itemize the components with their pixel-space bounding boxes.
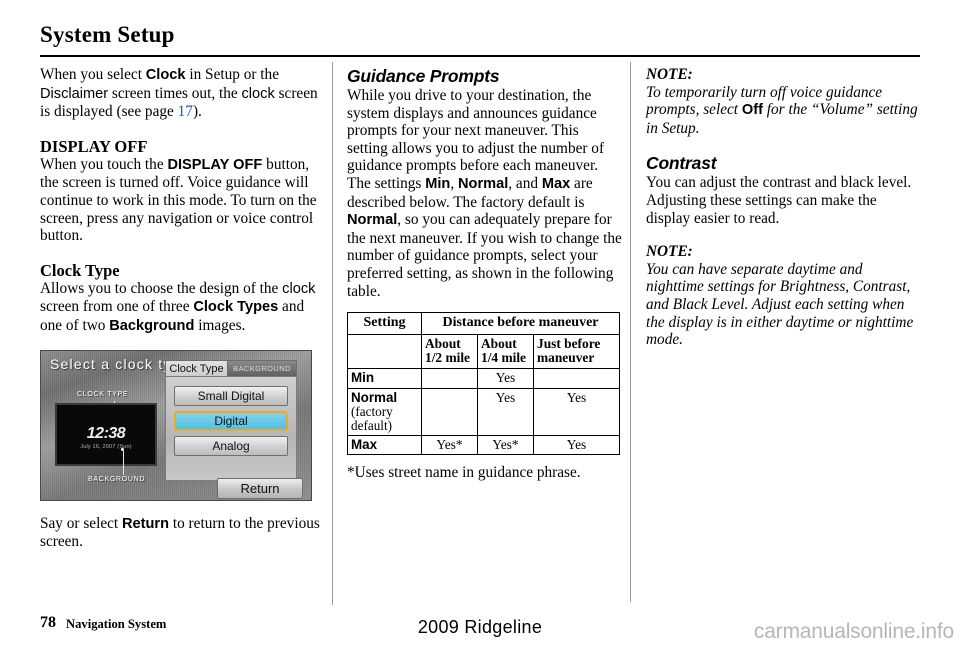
note-label-one: NOTE: — [646, 66, 693, 83]
subheader-blank — [347, 333, 422, 369]
heading-display-off: DISPLAY OFF — [40, 136, 148, 156]
table-row: Max Yes* Yes* Yes — [347, 434, 621, 456]
intro-text-c: screen times out, the — [108, 84, 242, 102]
option-analog[interactable]: Analog — [174, 435, 288, 456]
intro-paragraph: When you select Clock in Setup or the Di… — [40, 66, 320, 121]
callout-clock-type-label: CLOCK TYPE — [77, 390, 129, 398]
cell-min-half — [421, 367, 478, 389]
footer-divider-tick — [332, 597, 333, 605]
clock-type-clock-term: clock — [282, 280, 316, 297]
table-row: Min Yes — [347, 367, 621, 389]
intro-disclaimer-term: Disclaimer — [40, 85, 109, 102]
clock-preview-date: July 16, 2007 (Sun) — [80, 443, 132, 450]
clock-type-text-d: images. — [194, 316, 246, 334]
display-off-text-a: When you touch the — [40, 155, 168, 173]
manual-page: System Setup When you select Clock in Se… — [0, 0, 960, 655]
column-divider-right — [630, 62, 631, 602]
clock-preview-time: 12:38 — [86, 424, 126, 442]
return-button[interactable]: Return — [217, 477, 303, 499]
clock-type-term: Clock Types — [193, 299, 279, 316]
nav-screen-figure: Select a clock type: CLOCK TYPE 12:38 Ju… — [40, 349, 312, 501]
column-two: Guidance Prompts While you drive to your… — [347, 66, 623, 482]
guidance-distance-table: Setting Distance before maneuver About 1… — [347, 312, 621, 456]
note-one-off-term: Off — [741, 102, 763, 119]
clock-type-text-b: screen from one of three — [40, 298, 194, 316]
display-off-paragraph: When you touch the DISPLAY OFF button, t… — [40, 156, 320, 245]
note-one-body: To temporarily turn off voice guidance p… — [646, 84, 922, 138]
column-three: NOTE: To temporarily turn off voice guid… — [646, 66, 922, 349]
subheader-half-mile: About 1/2 mile — [421, 333, 478, 369]
guidance-text-b: , — [450, 174, 458, 192]
table-footnote: *Uses street name in guidance phrase. — [347, 464, 581, 482]
intro-text-e: ). — [192, 103, 202, 121]
contrast-paragraph: You can adjust the contrast and black le… — [646, 174, 912, 227]
guidance-normal-term: Normal — [457, 175, 509, 192]
intro-text-b: in Setup or the — [185, 66, 279, 83]
guidance-text-c: , and — [508, 174, 542, 192]
row-label-normal: Normal (factory default) — [347, 387, 422, 436]
header-rule — [40, 55, 920, 57]
intro-text-a: When you select — [40, 66, 146, 83]
column-divider-left — [332, 62, 333, 602]
guidance-normal-term-2: Normal — [347, 212, 398, 229]
table-subheader-row: About 1/2 mile About 1/4 mile Just befor… — [347, 333, 621, 369]
guidance-min-term: Min — [425, 175, 451, 192]
cell-normal-half — [421, 387, 478, 436]
intro-clock-term: Clock — [145, 67, 186, 83]
callout-background-label: BACKGROUND — [88, 475, 146, 483]
table-header-distance: Distance before maneuver — [420, 312, 621, 335]
site-watermark: carmanualsonline.info — [753, 620, 954, 643]
row-label-max: Max — [347, 434, 422, 456]
cell-max-quarter: Yes* — [477, 434, 534, 456]
cell-max-half: Yes* — [421, 434, 478, 456]
clock-type-text-a: Allows you to choose the design of the — [40, 279, 283, 297]
row-label-normal-sub: (factory default) — [351, 404, 393, 433]
note-label-two: NOTE: — [646, 243, 693, 261]
note-two-body: You can have separate daytime and nightt… — [646, 260, 914, 349]
callout-leader-line-bottom — [123, 450, 124, 475]
outro-return-term: Return — [121, 515, 170, 532]
outro-paragraph: Say or select Return to return to the pr… — [40, 515, 320, 551]
page-title: System Setup — [40, 22, 175, 47]
heading-contrast: Contrast — [646, 153, 717, 174]
guidance-max-term: Max — [541, 175, 571, 192]
row-label-min: Min — [347, 367, 422, 389]
table-row: Normal (factory default) Yes Yes — [347, 387, 621, 436]
option-digital-selected[interactable]: Digital — [174, 410, 288, 431]
cell-max-just-before: Yes — [532, 434, 621, 456]
heading-clock-type: Clock Type — [40, 260, 120, 280]
row-label-normal-text: Normal — [351, 389, 398, 405]
subheader-just-before: Just before maneuver — [532, 333, 621, 369]
table-header-setting: Setting — [347, 312, 422, 335]
heading-guidance-prompts: Guidance Prompts — [347, 66, 500, 86]
cell-normal-quarter: Yes — [477, 387, 534, 436]
intro-clock-term-2: clock — [241, 85, 275, 102]
page-reference-link[interactable]: 17 — [178, 103, 193, 120]
background-term: Background — [109, 317, 195, 334]
display-off-button-term: DISPLAY OFF — [167, 156, 263, 173]
clock-type-paragraph: Allows you to choose the design of the c… — [40, 280, 320, 336]
guidance-paragraph: While you drive to your destination, the… — [347, 87, 623, 300]
column-one: When you select Clock in Setup or the Di… — [40, 66, 320, 551]
cell-min-quarter: Yes — [477, 367, 534, 389]
clock-preview-box: 12:38 July 16, 2007 (Sun) — [55, 402, 157, 466]
table-header-row: Setting Distance before maneuver — [347, 312, 621, 335]
cell-normal-just-before: Yes — [532, 387, 621, 436]
cell-min-just-before — [532, 367, 621, 389]
subheader-quarter-mile: About 1/4 mile — [477, 333, 534, 369]
outro-text-a: Say or select — [40, 514, 122, 532]
option-small-digital[interactable]: Small Digital — [174, 385, 288, 406]
